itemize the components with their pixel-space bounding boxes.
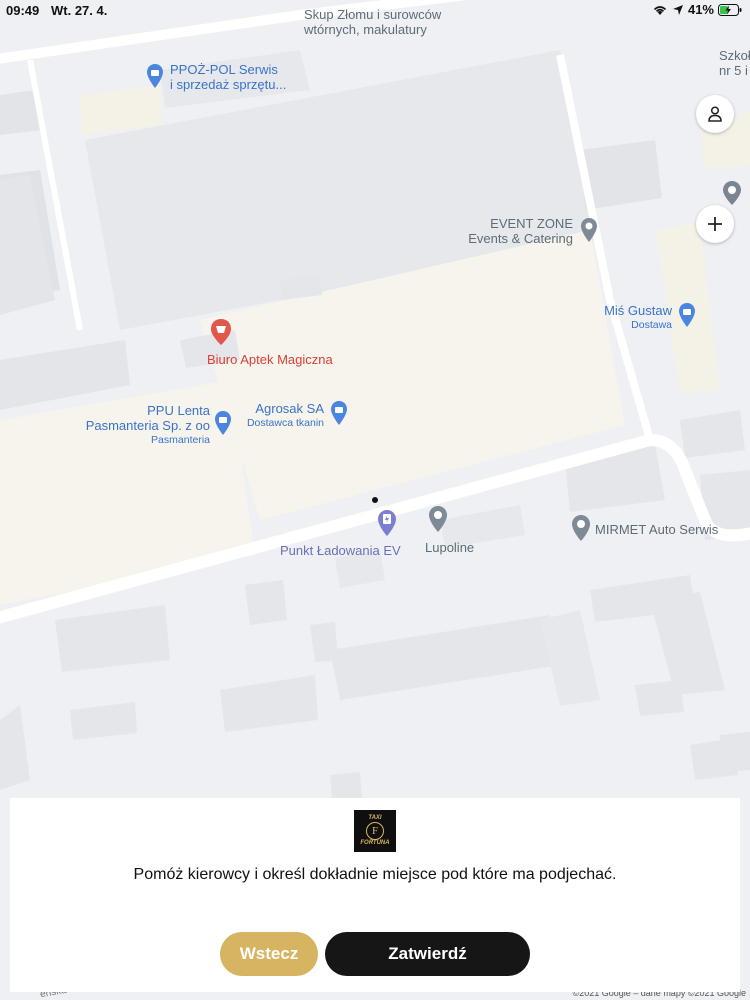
poi-punkt-ladowania[interactable]: Punkt Ładowania EV (280, 543, 401, 558)
pharmacy-pin-icon[interactable] (210, 318, 232, 346)
poi-event-zone[interactable]: EVENT ZONE Events & Catering (450, 216, 573, 246)
status-bar: 09:49 Wt. 27. 4. 41% (0, 0, 750, 22)
poi-ppoz-pol[interactable]: PPOŻ-POL Serwis i sprzedaż sprzętu... (170, 62, 286, 92)
poi-mis-gustaw[interactable]: Miś Gustaw Dostawa (570, 303, 672, 333)
poi-ppu-lenta[interactable]: PPU Lenta Pasmanteria Sp. z oo Pasmanter… (80, 403, 210, 448)
person-icon (708, 106, 722, 122)
location-pin-icon[interactable] (580, 217, 598, 243)
shopping-bag-pin-icon[interactable] (330, 400, 348, 426)
zoom-in-button[interactable] (696, 205, 734, 243)
poi-agrosak[interactable]: Agrosak SA Dostawca tkanin (230, 401, 324, 431)
taxi-fortuna-logo: TAXI F FORTUNA (354, 810, 396, 852)
battery-charging-icon (718, 3, 742, 16)
selected-location-dot (372, 497, 378, 503)
battery-percentage: 41% (687, 2, 714, 17)
poi-mirmet[interactable]: MIRMET Auto Serwis (595, 522, 718, 537)
ev-charging-pin-icon[interactable] (377, 509, 397, 537)
plus-icon (708, 217, 722, 231)
wifi-icon (653, 5, 667, 15)
confirm-button[interactable]: Zatwierdź (325, 932, 530, 976)
poi-lupoline[interactable]: Lupoline (425, 540, 474, 555)
school-pin-icon[interactable] (722, 180, 742, 206)
shopping-bag-pin-icon[interactable] (146, 63, 164, 89)
status-time: 09:49 (6, 3, 40, 18)
status-indicators: 41% (652, 2, 742, 17)
instruction-message: Pomóż kierowcy i określ dokładnie miejsc… (133, 866, 617, 883)
location-pin-icon[interactable] (571, 514, 591, 542)
shopping-bag-pin-icon[interactable] (678, 302, 696, 328)
location-arrow-icon (672, 4, 683, 15)
back-button[interactable]: Wstecz (220, 932, 318, 976)
poi-biuro-aptek[interactable]: Biuro Aptek Magiczna (207, 352, 333, 367)
poi-szkola[interactable]: Szkoł nr 5 i (719, 48, 750, 78)
status-date: Wt. 27. 4. (51, 3, 108, 18)
profile-button[interactable] (696, 95, 734, 133)
location-pin-icon[interactable] (428, 505, 448, 533)
